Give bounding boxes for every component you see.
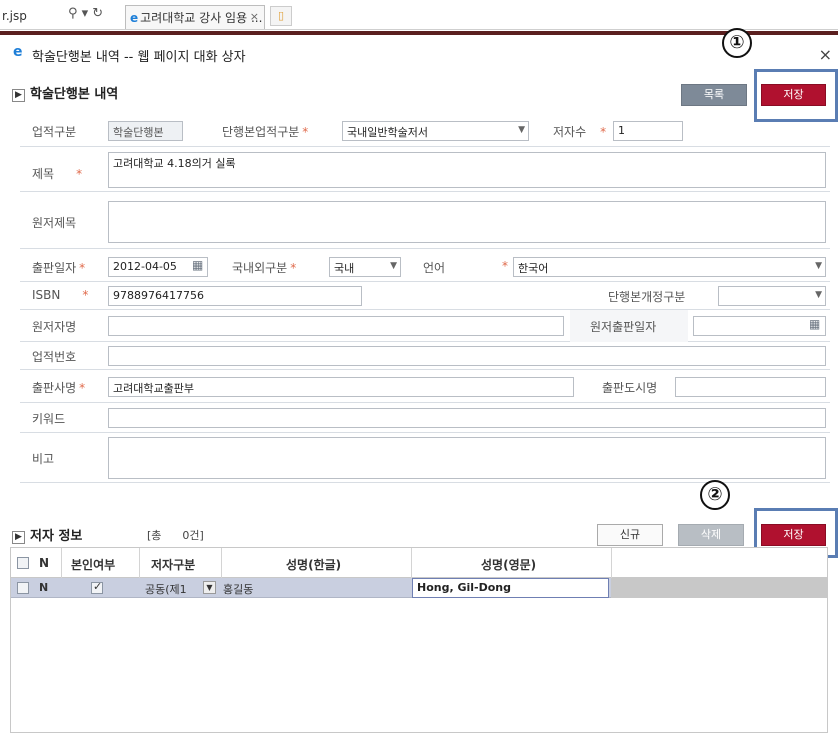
calendar-icon[interactable]: ▦ <box>809 317 820 331</box>
orig-pub-date-label: 원저출판일자 <box>590 320 657 334</box>
work-type-label: 업적구분 <box>32 125 77 139</box>
form-row-orig-author: 원저자명 원저출판일자 ▦ <box>20 310 830 342</box>
note-textarea[interactable] <box>108 437 826 479</box>
form-row-note: 비고 <box>20 433 830 483</box>
form-row-keyword: 키워드 <box>20 403 830 433</box>
domestic-value: 국내 <box>334 262 355 275</box>
note-label: 비고 <box>32 452 55 466</box>
title-label: 제목 * <box>32 167 83 181</box>
col-n: N <box>39 556 50 570</box>
author-grid: N 본인여부 저자구분 성명(한글) 성명(영문) N 공동(제1 ▼ 홍길동 … <box>10 547 828 733</box>
author-count-label: 저자수 * <box>553 125 607 139</box>
revision-select[interactable]: ▼ <box>718 286 826 306</box>
section-title-book: ▶ 학술단행본 내역 <box>12 83 118 102</box>
name-ko-value[interactable]: 홍길동 <box>223 581 253 597</box>
language-value: 한국어 <box>518 262 549 275</box>
form-row-orig-title: 원저제목 <box>20 192 830 249</box>
form-row-work-no: 업적번호 <box>20 342 830 370</box>
work-no-input[interactable] <box>108 346 826 366</box>
dialog-close-icon[interactable]: × <box>819 45 832 64</box>
work-no-label: 업적번호 <box>32 350 77 364</box>
browser-tab[interactable]: e 고려대학교 강사 임용 ... × <box>125 5 265 29</box>
new-author-button[interactable]: 신규 <box>597 524 663 546</box>
chevron-down-icon: ▼ <box>390 261 397 271</box>
pub-city-label: 출판도시명 <box>602 381 658 395</box>
form-row-publisher: 출판사명 * 고려대학교출판부 출판도시명 <box>20 373 830 403</box>
col-self: 본인여부 <box>71 558 116 572</box>
new-tab-icon[interactable]: ▯ <box>270 6 292 26</box>
section-title-text: 저자 정보 <box>30 529 83 544</box>
author-type-value[interactable]: 공동(제1 <box>145 581 187 597</box>
col-name-ko: 성명(한글) <box>286 558 342 572</box>
keyword-label: 키워드 <box>32 412 66 426</box>
self-checkbox[interactable] <box>91 580 103 594</box>
form-row-pub-date: 출판일자 * 2012-04-05 ▦ 국내외구분 * 국내 ▼ 언어 * 한국어 ▼ <box>20 252 830 282</box>
row-filler <box>611 578 827 598</box>
browser-tab-bar: r.jsp ⚲ ▾ ↻ e 고려대학교 강사 임용 ... × ▯ <box>0 0 838 30</box>
browser-tab-title: 고려대학교 강사 임용 ... <box>140 11 263 25</box>
col-name-en: 성명(영문) <box>481 558 537 572</box>
isbn-input[interactable]: 9788976417756 <box>108 286 362 306</box>
domestic-label: 국내외구분 * <box>232 261 297 275</box>
language-select[interactable]: 한국어 ▼ <box>513 257 826 277</box>
chevron-down-icon: ▼ <box>815 290 822 300</box>
book-type-value: 국내일반학술저서 <box>347 126 428 139</box>
select-all-checkbox[interactable] <box>17 557 29 569</box>
ie-logo-icon: e <box>13 44 23 60</box>
orig-author-label: 원저자명 <box>32 320 77 334</box>
calendar-icon[interactable]: ▦ <box>192 258 203 272</box>
dialog-title-bar: e 학술단행본 내역 -- 웹 페이지 대화 상자 × <box>0 35 838 75</box>
orig-author-input[interactable] <box>108 316 564 336</box>
chevron-right-icon: ▶ <box>12 89 25 102</box>
search-refresh-controls[interactable]: ⚲ ▾ ↻ <box>68 6 103 21</box>
language-label: 언어 <box>423 261 446 275</box>
annotation-marker-1: ① <box>722 28 752 58</box>
dialog-title: 학술단행본 내역 -- 웹 페이지 대화 상자 <box>32 50 246 65</box>
address-fragment[interactable]: r.jsp <box>2 9 27 23</box>
highlight-box-save <box>754 69 838 122</box>
table-row[interactable]: N 공동(제1 ▼ 홍길동 Hong, Gil-Dong <box>11 578 827 598</box>
chevron-down-icon: ▼ <box>815 261 822 271</box>
col-author-type: 저자구분 <box>151 558 196 572</box>
book-type-select[interactable]: 국내일반학술저서 ▼ <box>342 121 529 141</box>
domestic-select[interactable]: 국내 ▼ <box>329 257 401 277</box>
annotation-marker-2: ② <box>700 480 730 510</box>
book-type-label: 단행본업적구분 * <box>222 125 309 139</box>
name-en-value: Hong, Gil-Dong <box>417 581 512 594</box>
delete-author-button[interactable]: 삭제 <box>678 524 744 546</box>
grid-header: N 본인여부 저자구분 성명(한글) 성명(영문) <box>11 548 827 578</box>
publisher-label: 출판사명 * <box>32 381 86 395</box>
isbn-label: ISBN * <box>32 288 89 302</box>
chevron-down-icon[interactable]: ▼ <box>203 581 216 594</box>
form-row-work-type: 업적구분 학술단행본 단행본업적구분 * 국내일반학술저서 ▼ 저자수 * 1 <box>20 117 830 147</box>
pub-city-input[interactable] <box>675 377 826 397</box>
form-row-isbn: ISBN * 9788976417756 단행본개정구분 ▼ <box>20 282 830 310</box>
author-count-input[interactable]: 1 <box>613 121 683 141</box>
chevron-right-icon: ▶ <box>12 531 25 544</box>
pub-date-label: 출판일자 * <box>32 261 86 275</box>
section-title-authors: ▶ 저자 정보 <box>12 525 82 544</box>
chevron-down-icon: ▼ <box>518 125 525 135</box>
section-title-text: 학술단행본 내역 <box>30 87 119 102</box>
row-checkbox[interactable] <box>17 582 29 594</box>
publisher-input[interactable]: 고려대학교출판부 <box>108 377 574 397</box>
list-button[interactable]: 목록 <box>681 84 747 106</box>
orig-title-textarea[interactable] <box>108 201 826 243</box>
orig-title-label: 원저제목 <box>32 216 77 230</box>
ie-logo-icon: e <box>130 11 139 25</box>
revision-label: 단행본개정구분 <box>608 290 686 304</box>
work-type-field: 학술단행본 <box>108 121 183 141</box>
title-textarea[interactable]: 고려대학교 4.18의거 실록 <box>108 152 826 188</box>
name-en-input[interactable]: Hong, Gil-Dong <box>412 578 609 598</box>
keyword-input[interactable] <box>108 408 826 428</box>
author-count-text: [총 0건] <box>147 529 204 542</box>
language-required-mark: * <box>502 259 508 273</box>
form-row-title: 제목 * 고려대학교 4.18의거 실록 <box>20 147 830 192</box>
tab-close-icon[interactable]: × <box>250 10 259 23</box>
row-n: N <box>39 581 49 594</box>
orig-pub-date-input[interactable] <box>693 316 826 336</box>
